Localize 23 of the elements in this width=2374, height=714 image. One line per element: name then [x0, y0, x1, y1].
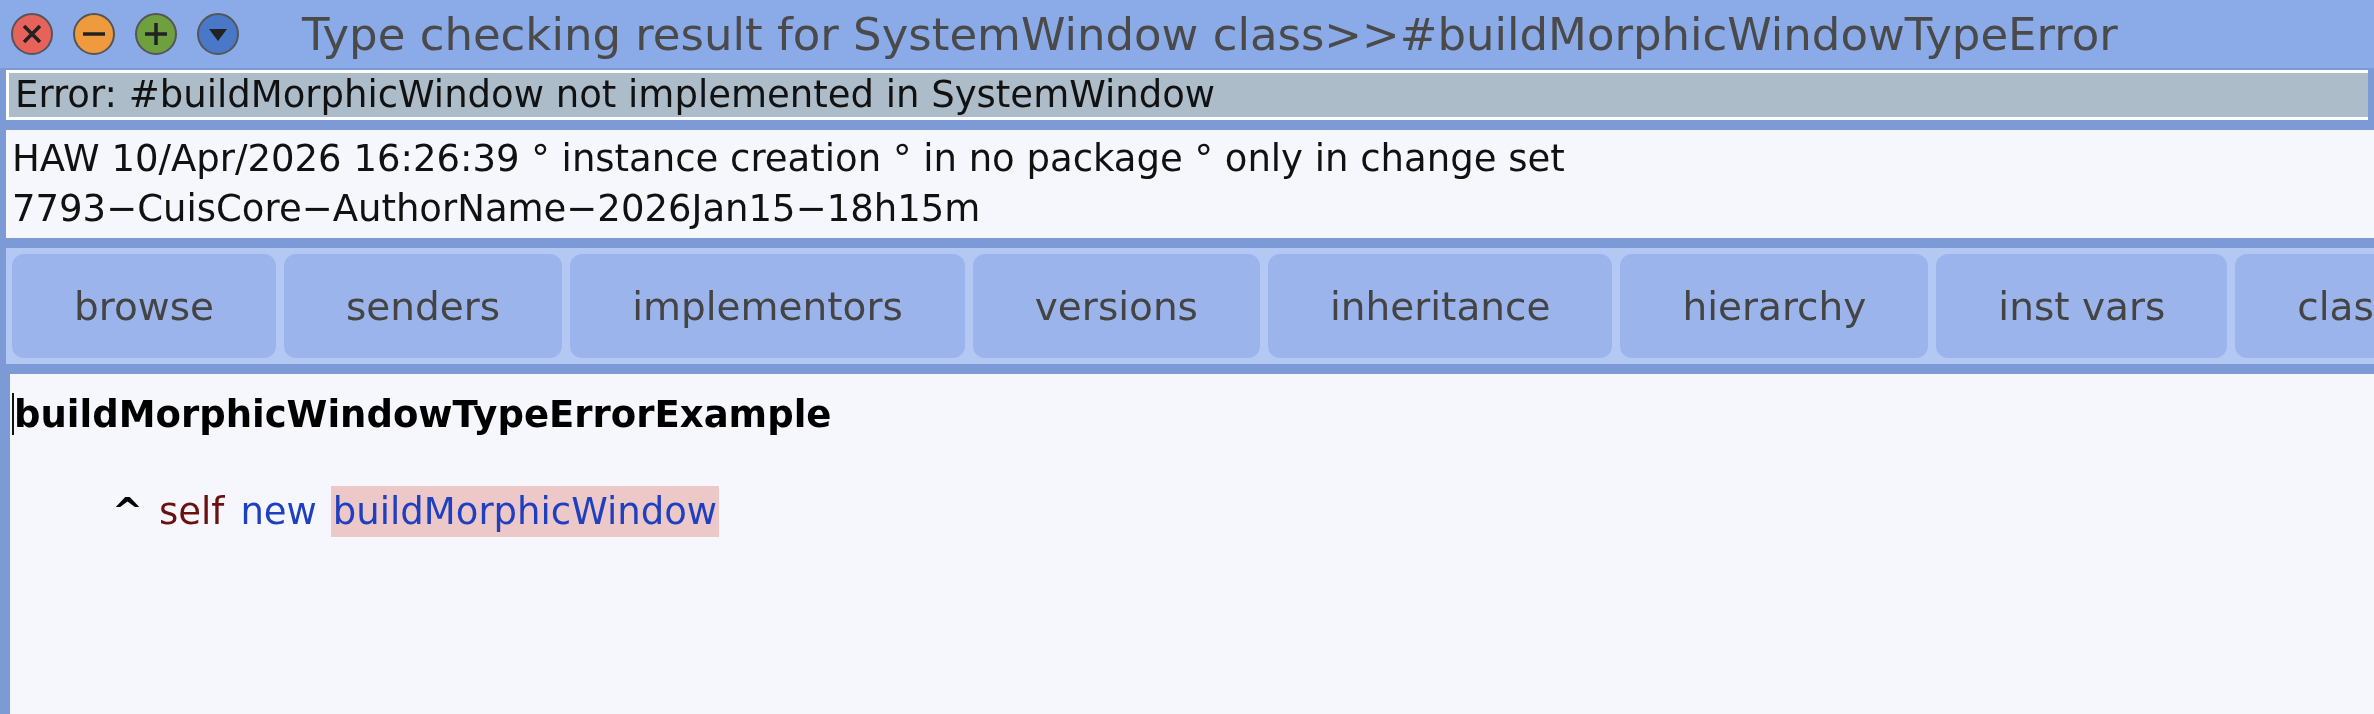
code-token: ^	[111, 489, 144, 535]
toolbar-button[interactable]: inst vars	[1936, 254, 2228, 358]
toolbar-button[interactable]: browse	[12, 254, 276, 358]
close-icon[interactable]	[10, 12, 54, 56]
window-title: Type checking result for SystemWindow class>>#buildMorphicWindowTypeError	[302, 7, 2118, 61]
minimize-icon[interactable]	[72, 12, 116, 56]
toolbar-button[interactable]: senders	[284, 254, 563, 358]
info-line: HAW 10/Apr/2026 16:26:39 ° instance creation ° in no package ° only in change set	[12, 136, 1566, 182]
code-token: new	[239, 489, 318, 535]
toolbar-button[interactable]: versions	[972, 254, 1260, 358]
text-cursor	[12, 393, 14, 435]
toolbar-button[interactable]: hierarchy	[1620, 254, 1929, 358]
method-selector: buildMorphicWindowTypeErrorExample	[14, 392, 832, 436]
error-message: Error: #buildMorphicWindow not implemented in SystemWindow	[6, 70, 2368, 120]
code-editor[interactable]: buildMorphicWindowTypeErrorExample ^ self new buildMorphicWindow	[10, 374, 2374, 714]
toolbar-button[interactable]: implementors	[570, 254, 965, 358]
maximize-icon[interactable]	[134, 12, 178, 56]
code-token: self	[158, 489, 226, 535]
toolbar-button[interactable]: clas	[2235, 254, 2374, 358]
info-line: 7793−CuisCore−AuthorName−2026Jan15−18h15m	[12, 186, 982, 232]
code-token: buildMorphicWindow	[330, 486, 720, 537]
toolbar-button[interactable]: inheritance	[1267, 254, 1613, 358]
menu-icon[interactable]	[196, 12, 240, 56]
